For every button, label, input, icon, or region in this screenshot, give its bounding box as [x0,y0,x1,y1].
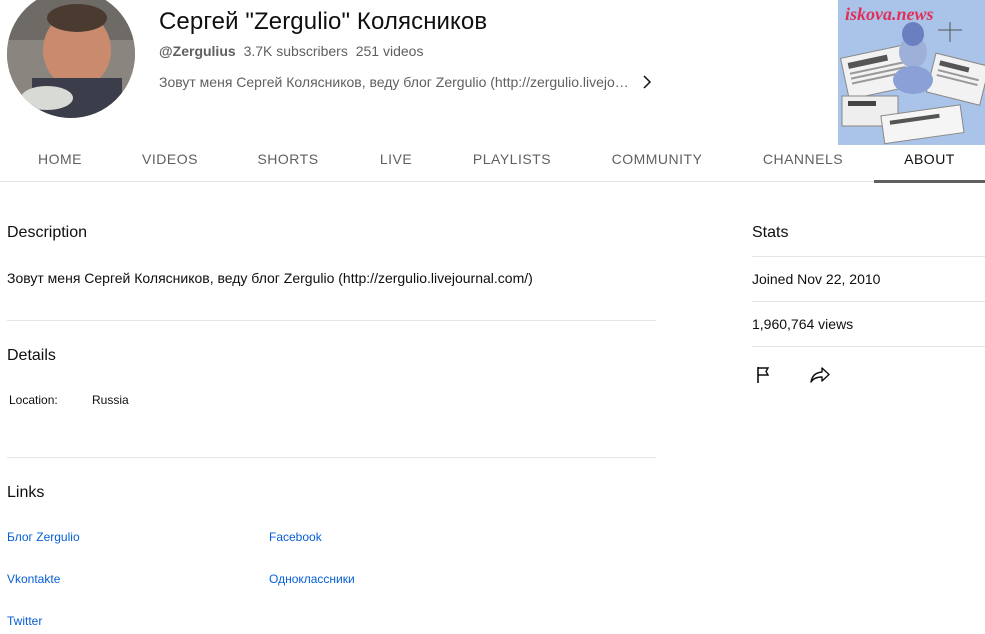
link-facebook[interactable]: Facebook [269,530,322,544]
tab-shorts[interactable]: SHORTS [242,136,334,182]
share-icon [810,367,830,383]
details-heading: Details [7,347,56,364]
description-text: Зовут меня Сергей Колясников, веду блог … [7,270,533,286]
divider-stats-bottom [752,346,985,347]
tab-live[interactable]: LIVE [350,136,442,182]
divider-stats-top [752,256,985,257]
divider-stats-mid [752,301,985,302]
links-heading: Links [7,484,45,501]
subscriber-count: 3.7K subscribers [243,43,348,59]
report-button[interactable] [752,363,776,387]
location-label: Location: [9,393,58,407]
channel-avatar[interactable] [7,0,135,118]
view-count: 1,960,764 views [752,316,854,332]
tab-about[interactable]: ABOUT [874,136,985,183]
description-heading: Description [7,224,88,241]
tab-home[interactable]: HOME [14,136,106,182]
channel-handle: @Zergulius [159,43,236,59]
avatar-image [7,0,135,118]
description-preview-text: Зовут меня Сергей Колясников, веду блог … [159,74,629,90]
promo-title: iskova.news [845,4,934,24]
tab-playlists[interactable]: PLAYLISTS [462,136,562,182]
link-odnoklassniki[interactable]: Одноклассники [269,572,355,586]
link-blog-zergulio[interactable]: Блог Zergulio [7,530,80,544]
channel-description-preview[interactable]: Зовут меня Сергей Колясников, веду блог … [159,74,655,90]
chevron-right-icon [643,75,651,89]
promo-banner[interactable]: iskova.news [838,0,985,145]
location-value: Russia [92,393,129,407]
link-vkontakte[interactable]: Vkontakte [7,572,60,586]
tab-videos[interactable]: VIDEOS [124,136,216,182]
channel-tabs: HOME VIDEOS SHORTS LIVE PLAYLISTS COMMUN… [0,136,985,183]
link-twitter[interactable]: Twitter [7,614,42,628]
tab-community[interactable]: COMMUNITY [602,136,712,182]
tab-channels[interactable]: CHANNELS [752,136,854,182]
channel-meta: @Zergulius 3.7K subscribers 251 videos [159,43,427,59]
channel-header: Сергей "Zergulio" Колясников @Zergulius … [0,0,985,145]
channel-title: Сергей "Zergulio" Колясников [159,8,488,35]
stats-heading: Stats [752,224,789,241]
divider-description [7,320,656,321]
flag-icon [757,367,770,383]
video-count: 251 videos [355,43,424,59]
joined-date: Joined Nov 22, 2010 [752,271,881,287]
divider-details [7,457,656,458]
share-button[interactable] [808,363,832,387]
